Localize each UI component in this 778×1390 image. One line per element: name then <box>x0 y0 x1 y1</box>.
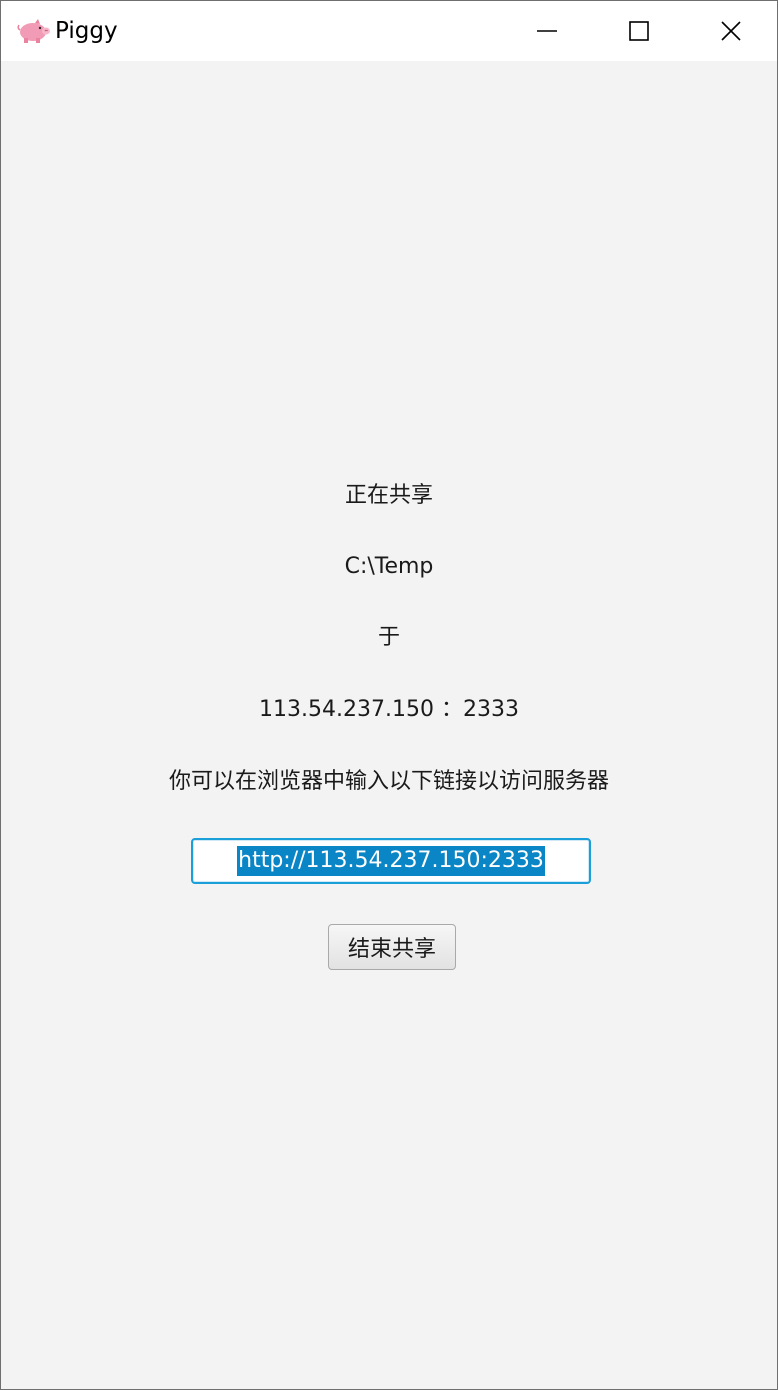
title-bar[interactable]: Piggy <box>1 1 777 61</box>
close-button[interactable] <box>685 1 777 61</box>
address-separator: ： <box>440 697 463 722</box>
pig-icon <box>17 19 50 43</box>
minimize-button[interactable] <box>501 1 593 61</box>
maximize-icon <box>629 21 649 41</box>
maximize-button[interactable] <box>593 1 685 61</box>
address-port: 2333 <box>462 697 519 722</box>
window-title: Piggy <box>55 18 118 44</box>
sharing-label: 正在共享 <box>344 483 433 508</box>
main-content: 正在共享 C:\Temp 于 113.54.237.150 ：2333 你可以在… <box>1 61 777 1389</box>
stop-sharing-button[interactable]: 结束共享 <box>328 924 456 970</box>
at-label: 于 <box>377 625 400 650</box>
close-icon <box>721 21 741 41</box>
address-ip: 113.54.237.150 <box>259 697 434 722</box>
minimize-icon <box>537 30 557 32</box>
url-value[interactable]: http://113.54.237.150:2333 <box>237 846 545 876</box>
shared-path: C:\Temp <box>344 554 434 579</box>
server-address: 113.54.237.150 ：2333 <box>1 695 777 725</box>
url-field[interactable]: http://113.54.237.150:2333 <box>191 838 591 884</box>
app-window: Piggy 正在共享 C:\Temp 于 113.54.237.150 ：233… <box>0 0 778 1390</box>
access-hint: 你可以在浏览器中输入以下链接以访问服务器 <box>168 769 609 794</box>
